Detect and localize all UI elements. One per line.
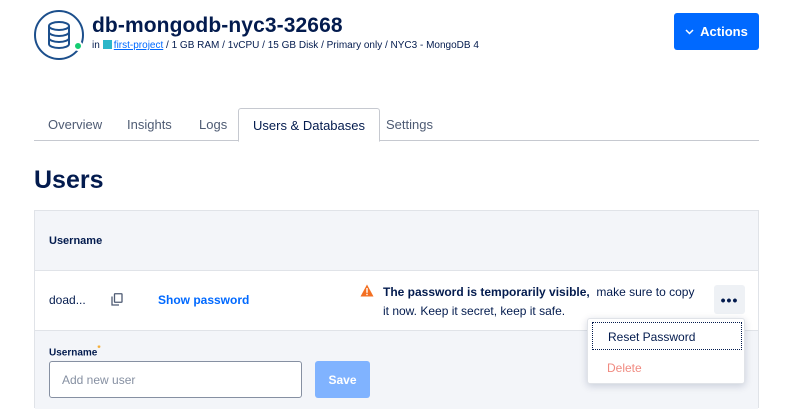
table-header: Username bbox=[35, 211, 758, 271]
user-name: doad... bbox=[49, 293, 86, 307]
warning-icon bbox=[360, 284, 374, 302]
tab-insights[interactable]: Insights bbox=[113, 108, 186, 141]
row-actions-menu: Reset Password Delete bbox=[587, 318, 745, 384]
page-title: db-mongodb-nyc3-32668 bbox=[92, 14, 343, 37]
database-icon bbox=[34, 10, 84, 60]
actions-button[interactable]: Actions bbox=[674, 13, 759, 50]
copy-icon[interactable] bbox=[111, 293, 123, 311]
new-username-input[interactable] bbox=[49, 361, 302, 398]
username-label-text: Username bbox=[49, 347, 98, 359]
required-mark: * bbox=[97, 343, 101, 353]
section-title: Users bbox=[34, 166, 104, 194]
tab-users-databases[interactable]: Users & Databases bbox=[238, 108, 380, 142]
database-meta: in first-project / 1 GB RAM / 1vCPU / 15 … bbox=[92, 40, 479, 51]
show-password-link[interactable]: Show password bbox=[158, 293, 249, 307]
delete-menu-item[interactable]: Delete bbox=[592, 354, 742, 382]
project-icon bbox=[102, 40, 112, 49]
username-field-label: Username* bbox=[49, 343, 101, 358]
meta-prefix: in bbox=[92, 40, 100, 51]
tab-logs[interactable]: Logs bbox=[185, 108, 241, 141]
warning-bold-text: The password is temporarily visible, bbox=[383, 285, 590, 299]
save-button[interactable]: Save bbox=[315, 361, 370, 398]
more-icon[interactable]: ••• bbox=[714, 285, 745, 314]
project-link[interactable]: first-project bbox=[114, 40, 163, 51]
tab-overview[interactable]: Overview bbox=[34, 108, 116, 141]
tab-settings[interactable]: Settings bbox=[372, 108, 447, 141]
tab-bar: Overview Insights Logs Users & Databases… bbox=[34, 108, 759, 142]
column-header-username: Username bbox=[49, 235, 103, 247]
password-warning: The password is temporarily visible, mak… bbox=[383, 283, 703, 321]
actions-label: Actions bbox=[700, 24, 748, 39]
meta-details: / 1 GB RAM / 1vCPU / 15 GB Disk / Primar… bbox=[166, 40, 479, 51]
chevron-down-icon bbox=[685, 28, 694, 35]
reset-password-menu-item[interactable]: Reset Password bbox=[592, 322, 742, 350]
status-indicator bbox=[73, 41, 83, 51]
